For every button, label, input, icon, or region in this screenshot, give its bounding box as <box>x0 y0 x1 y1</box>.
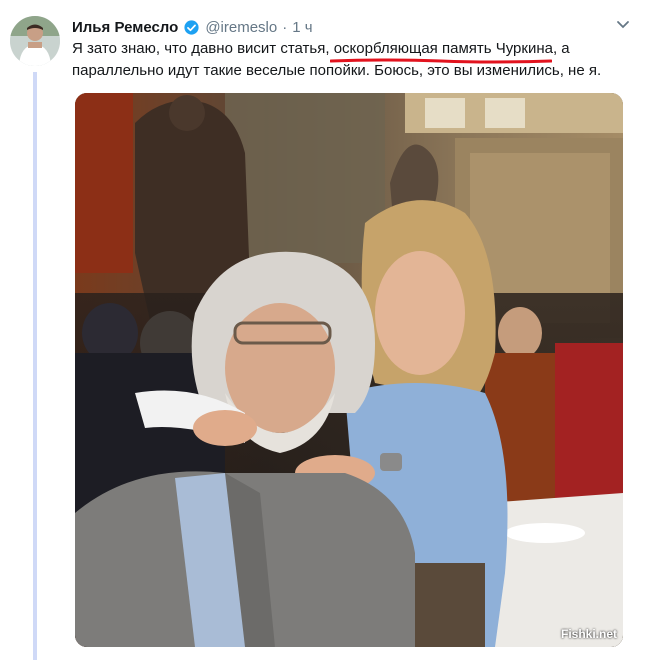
tweet-header: Илья Ремесло @iremeslo · 1 ч <box>72 16 630 38</box>
tweet-timestamp[interactable]: 1 ч <box>292 19 312 36</box>
author-avatar[interactable] <box>10 16 60 66</box>
author-name[interactable]: Илья Ремесло <box>72 19 178 36</box>
chevron-down-icon[interactable] <box>616 18 630 36</box>
tweet-text-highlight: оскорбляющая память Чуркина <box>333 40 553 57</box>
verified-badge-icon <box>183 19 200 36</box>
author-handle[interactable]: @iremeslo <box>205 19 277 36</box>
thread-connector-line <box>33 72 37 660</box>
watermark: Fishki.net <box>560 627 617 641</box>
tweet-photo[interactable]: Fishki.net <box>75 93 623 647</box>
red-underline-annotation <box>330 58 552 64</box>
tweet-text-before: Я зато знаю, что давно висит статья, <box>72 40 334 57</box>
header-separator: · <box>282 18 288 36</box>
